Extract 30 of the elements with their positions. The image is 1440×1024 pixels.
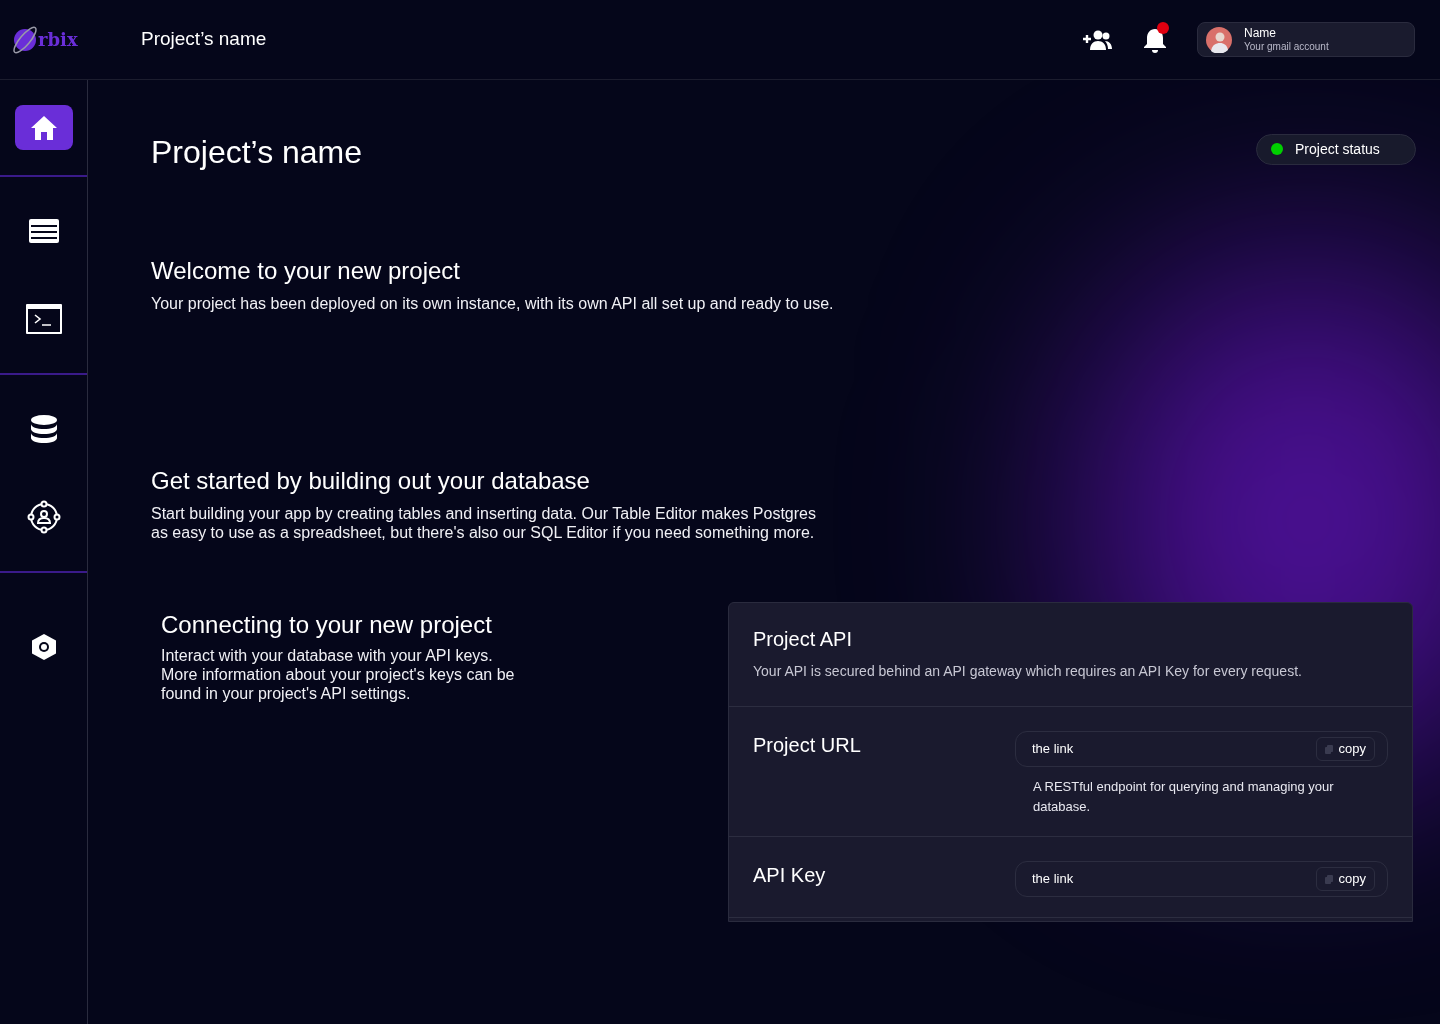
notification-bell-icon[interactable] (1141, 25, 1169, 54)
link-field[interactable]: the link copy (1015, 731, 1388, 767)
add-user-icon[interactable] (1081, 28, 1113, 51)
field-label: Project URL (753, 733, 862, 758)
field-value: the link (1032, 740, 1074, 759)
home-icon[interactable] (14, 105, 73, 150)
account-button[interactable]: Name Your gmail account (1197, 22, 1415, 57)
logo-text: rbix (38, 28, 78, 52)
card-description: Your API is secured behind an API gateway which requires an API Key for every request. (753, 662, 1303, 681)
field-note: A RESTful endpoint for querying and managing your database. (1032, 778, 1335, 816)
field-value: the link (1032, 870, 1074, 889)
copy-icon (1324, 874, 1333, 884)
page-title: Project’s name (151, 133, 363, 172)
section-text: Your project has been deployed on its own instance, with its own API all set up and ready to use. (151, 294, 835, 313)
copy-button[interactable]: copy (1315, 867, 1375, 891)
account-email: Your gmail account (1244, 40, 1329, 54)
status-label: Project status (1295, 139, 1380, 159)
section-heading: Welcome to your new project (151, 256, 462, 286)
section-text: Start building your app by creating tables and inserting data. Our Table Editor makes Postgres as easy to use as a spreadsheet, but there's also our SQL Editor if you need something more. (151, 504, 817, 542)
copy-button[interactable]: copy (1315, 737, 1375, 761)
section-heading: Get started by building out your database (151, 466, 591, 496)
copy-icon (1324, 744, 1333, 754)
card-title: Project API (753, 627, 853, 651)
avatar-icon (1206, 26, 1232, 53)
section-text: Interact with your database with your API keys. More information about your project's keys can be found in your project's API settings. (161, 646, 516, 703)
field-label: API Key (753, 863, 827, 888)
link-field[interactable]: the link copy (1015, 861, 1388, 897)
section-heading: Connecting to your new project (161, 610, 493, 640)
account-name: Name (1244, 25, 1277, 41)
project-name: Project’s name (141, 27, 267, 52)
